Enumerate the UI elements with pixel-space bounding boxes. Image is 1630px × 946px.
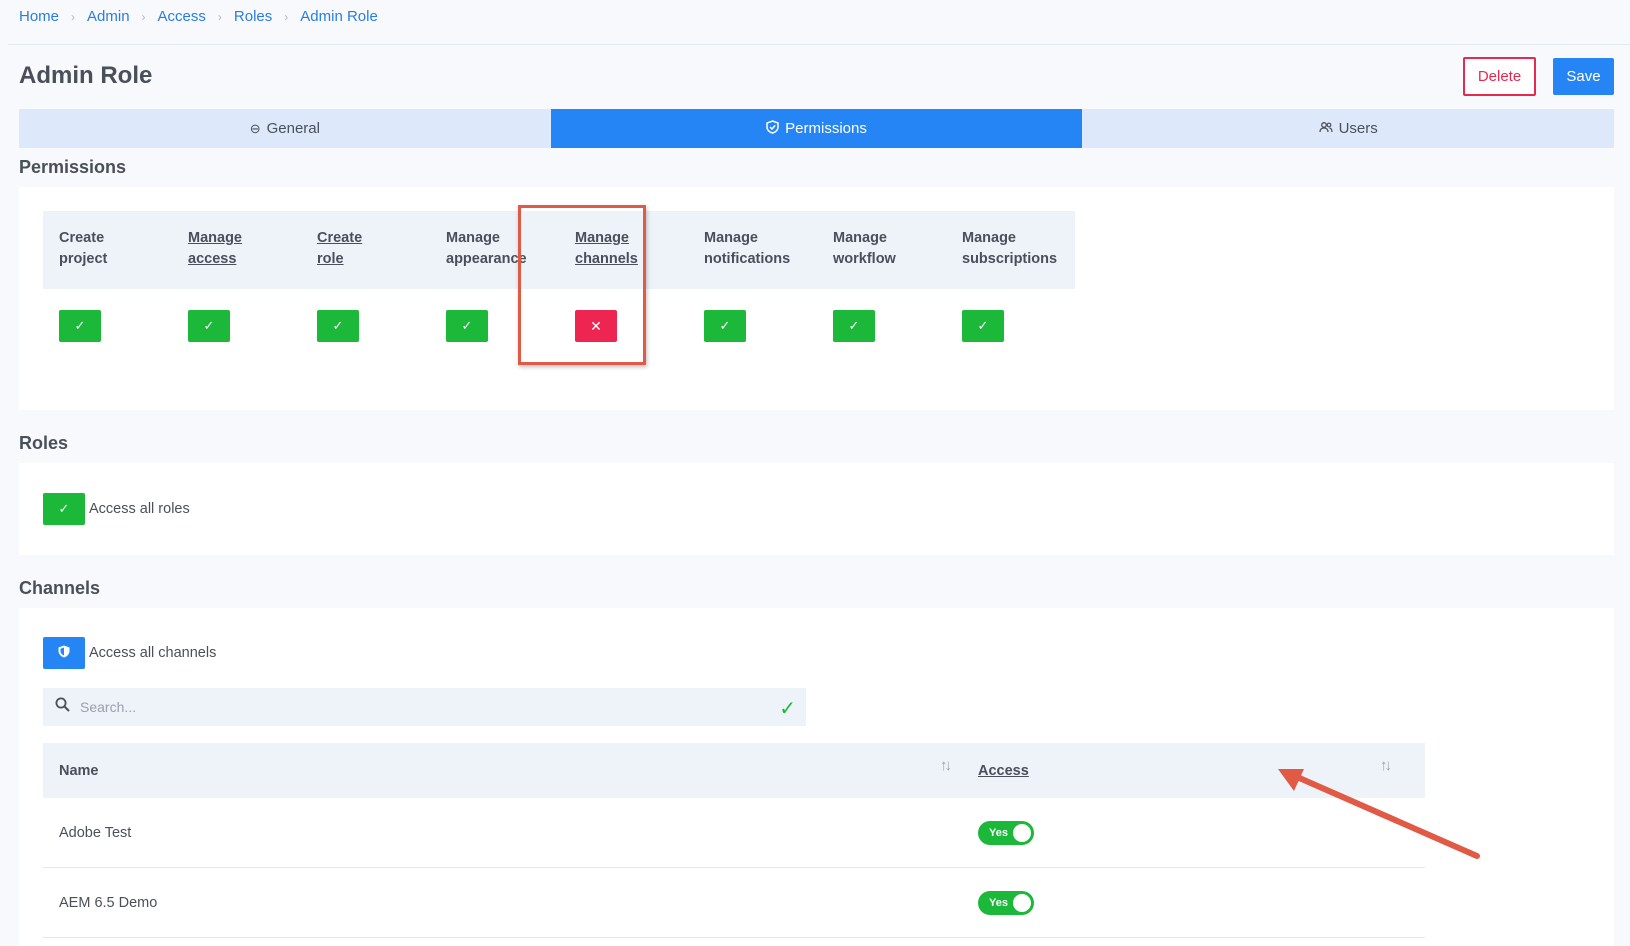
roles-card: ✓ Access all roles xyxy=(19,463,1614,555)
chevron-right-icon: › xyxy=(141,9,146,24)
access-all-channels-toggle[interactable] xyxy=(43,637,85,669)
shield-icon xyxy=(58,645,70,661)
permissions-table: Create project Manage access Create role Ma… xyxy=(43,211,1075,369)
sort-icon[interactable]: ↑↓ xyxy=(1380,757,1392,774)
check-icon: ✓ xyxy=(203,318,215,333)
access-all-channels: Access all channels xyxy=(43,637,216,669)
table-row: AEM 6.5 Demo Yes xyxy=(43,868,1425,938)
close-icon: ✕ xyxy=(590,317,602,334)
check-icon: ✓ xyxy=(332,318,344,333)
permission-header-create-role[interactable]: Create role xyxy=(301,211,430,289)
permission-header-manage-subscriptions: Manage subscriptions xyxy=(962,230,1058,267)
channel-name: Adobe Test xyxy=(59,824,132,841)
search-input[interactable] xyxy=(80,699,760,715)
search-icon xyxy=(55,697,70,717)
access-all-channels-label: Access all channels xyxy=(89,645,217,661)
permissions-value-row: ✓ ✓ ✓ ✓ ✕ ✓ ✓ ✓ xyxy=(43,289,1075,369)
access-all-roles: ✓ Access all roles xyxy=(43,493,190,525)
tab-label: Users xyxy=(1338,120,1378,137)
tab-label: General xyxy=(266,120,320,137)
toggle-knob xyxy=(1013,893,1031,912)
channels-table: Name ↑↓ Access ↑↓ Adobe Test Yes AEM 6.5… xyxy=(43,743,1425,938)
permission-toggle-manage-access[interactable]: ✓ xyxy=(188,310,230,342)
check-icon: ✓ xyxy=(58,501,70,516)
save-button[interactable]: Save xyxy=(1553,58,1614,95)
column-header-name[interactable]: Name ↑↓ xyxy=(43,757,978,779)
breadcrumb-roles[interactable]: Roles xyxy=(234,8,272,25)
breadcrumb-admin[interactable]: Admin xyxy=(87,8,130,25)
permission-header-create-project: Create project xyxy=(59,230,108,267)
check-icon: ✓ xyxy=(848,318,860,333)
roles-section-title: Roles xyxy=(19,433,69,453)
check-icon: ✓ xyxy=(74,318,86,333)
chevron-right-icon: › xyxy=(217,9,222,24)
chevron-right-icon: › xyxy=(71,9,76,24)
header-divider xyxy=(8,44,1630,45)
channel-name: AEM 6.5 Demo xyxy=(59,894,158,911)
permission-header-manage-appearance: Manage appearance xyxy=(446,230,527,267)
column-header-access[interactable]: Access ↑↓ xyxy=(978,757,1425,779)
permissions-header-row: Create project Manage access Create role Ma… xyxy=(43,211,1075,289)
breadcrumb-access[interactable]: Access xyxy=(158,8,206,25)
users-icon xyxy=(1318,121,1333,136)
breadcrumb: Home › Admin › Access › Roles › Admin Ro… xyxy=(19,8,378,25)
tab-general[interactable]: ⊖ General xyxy=(19,109,551,148)
permission-toggle-manage-notifications[interactable]: ✓ xyxy=(704,310,746,342)
table-row: Adobe Test Yes xyxy=(43,798,1425,868)
sort-icon[interactable]: ↑↓ xyxy=(940,757,952,774)
permission-toggle-create-project[interactable]: ✓ xyxy=(59,310,101,342)
permission-header-manage-channels[interactable]: Manage channels xyxy=(559,211,688,289)
permission-toggle-manage-workflow[interactable]: ✓ xyxy=(833,310,875,342)
access-toggle[interactable]: Yes xyxy=(978,890,1034,915)
delete-button[interactable]: Delete xyxy=(1463,57,1536,96)
access-all-roles-toggle[interactable]: ✓ xyxy=(43,493,85,525)
permission-toggle-create-role[interactable]: ✓ xyxy=(317,310,359,342)
shield-check-icon xyxy=(766,120,779,137)
tab-users[interactable]: Users xyxy=(1082,109,1615,148)
permission-toggle-manage-channels[interactable]: ✕ xyxy=(575,310,617,342)
check-icon: ✓ xyxy=(461,318,473,333)
access-toggle[interactable]: Yes xyxy=(978,820,1034,845)
check-icon: ✓ xyxy=(779,698,796,720)
channels-card: Access all channels ✓ Name ↑↓ Access ↑↓ … xyxy=(19,608,1614,946)
permission-header-manage-workflow: Manage workflow xyxy=(833,230,896,267)
breadcrumb-home[interactable]: Home xyxy=(19,8,59,25)
permissions-section-title: Permissions xyxy=(19,157,127,177)
tab-bar: ⊖ General Permissions Users xyxy=(19,109,1615,148)
tab-permissions[interactable]: Permissions xyxy=(550,109,1083,148)
permission-header-manage-notifications: Manage notifications xyxy=(704,230,791,267)
channel-search: ✓ xyxy=(43,688,806,726)
permissions-card: Create project Manage access Create role Ma… xyxy=(19,187,1614,410)
permission-toggle-manage-subscriptions[interactable]: ✓ xyxy=(962,310,1004,342)
permission-toggle-manage-appearance[interactable]: ✓ xyxy=(446,310,488,342)
chevron-right-icon: › xyxy=(284,9,289,24)
channels-section-title: Channels xyxy=(19,578,101,598)
permission-header-manage-access[interactable]: Manage access xyxy=(172,211,301,289)
minus-circle-icon: ⊖ xyxy=(249,120,261,136)
check-icon: ✓ xyxy=(719,318,731,333)
check-icon: ✓ xyxy=(977,318,989,333)
access-all-roles-label: Access all roles xyxy=(89,501,190,517)
toggle-knob xyxy=(1013,823,1031,842)
page-title: Admin Role xyxy=(19,62,153,89)
breadcrumb-current[interactable]: Admin Role xyxy=(300,8,378,25)
channels-table-header: Name ↑↓ Access ↑↓ xyxy=(43,743,1425,798)
tab-label: Permissions xyxy=(785,120,867,137)
